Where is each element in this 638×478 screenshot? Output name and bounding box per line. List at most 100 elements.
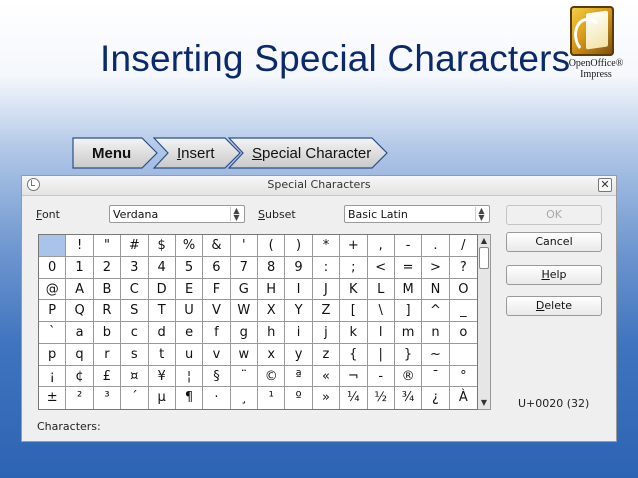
char-cell[interactable]: À: [450, 387, 477, 409]
char-cell[interactable]: ¿: [422, 387, 450, 409]
char-cell[interactable]: U: [175, 300, 204, 322]
char-cell[interactable]: ¹: [258, 387, 286, 409]
char-cell[interactable]: ¾: [395, 387, 423, 409]
char-cell[interactable]: Z: [312, 300, 341, 322]
char-cell[interactable]: V: [203, 300, 231, 322]
char-cell[interactable]: (: [258, 235, 286, 257]
char-cell[interactable]: h: [258, 322, 286, 344]
char-cell[interactable]: 6: [203, 256, 231, 279]
char-cell[interactable]: ¸: [231, 387, 258, 409]
char-cell[interactable]: 1: [66, 256, 94, 279]
char-cell[interactable]: d: [148, 322, 176, 344]
char-cell[interactable]: 0: [39, 256, 67, 279]
char-cell[interactable]: e: [175, 322, 204, 344]
char-cell[interactable]: j: [312, 322, 341, 344]
char-cell[interactable]: b: [93, 322, 122, 344]
char-cell[interactable]: g: [230, 322, 258, 344]
char-cell[interactable]: *: [312, 235, 341, 257]
scroll-thumb[interactable]: [479, 247, 489, 269]
subset-select[interactable]: Basic Latin ▲ ▼: [344, 205, 490, 223]
char-cell[interactable]: ½: [368, 387, 395, 409]
char-cell[interactable]: O: [449, 279, 477, 301]
char-cell[interactable]: E: [175, 278, 204, 301]
char-cell[interactable]: !: [66, 235, 94, 257]
char-cell[interactable]: ': [230, 235, 258, 257]
char-cell[interactable]: P: [39, 300, 67, 322]
cancel-button[interactable]: Cancel: [506, 232, 602, 252]
char-cell[interactable]: r: [93, 343, 122, 366]
char-cell[interactable]: &: [203, 235, 231, 257]
char-cell[interactable]: ,: [367, 235, 395, 257]
char-cell[interactable]: §: [203, 365, 231, 388]
char-cell[interactable]: ?: [449, 257, 477, 279]
char-cell[interactable]: k: [340, 322, 368, 344]
char-cell[interactable]: £: [93, 365, 122, 388]
char-cell[interactable]: `: [39, 322, 67, 344]
char-cell[interactable]: Q: [66, 300, 94, 322]
char-cell[interactable]: B: [93, 278, 122, 301]
char-cell[interactable]: /: [449, 235, 477, 257]
char-cell[interactable]: p: [39, 343, 67, 366]
char-cell[interactable]: $: [148, 235, 176, 257]
char-cell[interactable]: 4: [148, 256, 176, 279]
char-cell[interactable]: N: [422, 278, 450, 301]
char-cell[interactable]: T: [148, 300, 176, 322]
char-cell[interactable]: ;: [340, 256, 368, 279]
char-cell[interactable]: [39, 235, 67, 257]
char-cell[interactable]: \: [367, 300, 395, 322]
char-cell[interactable]: L: [367, 278, 395, 301]
char-cell[interactable]: Y: [285, 300, 313, 322]
char-cell[interactable]: µ: [149, 387, 176, 409]
char-cell[interactable]: -: [367, 365, 395, 388]
char-cell[interactable]: ¶: [176, 387, 204, 409]
char-cell[interactable]: D: [148, 278, 176, 301]
char-cell[interactable]: ª: [285, 365, 313, 388]
char-cell[interactable]: 5: [175, 256, 204, 279]
char-cell[interactable]: ·: [203, 387, 231, 409]
char-cell[interactable]: <: [367, 256, 395, 279]
char-cell[interactable]: C: [121, 278, 149, 301]
help-button[interactable]: Help: [506, 265, 602, 285]
char-cell[interactable]: R: [93, 300, 122, 322]
char-cell[interactable]: %: [175, 235, 204, 257]
char-cell[interactable]: ): [285, 235, 313, 257]
char-cell[interactable]: }: [394, 343, 423, 366]
character-grid[interactable]: ! " # $% & '() * +, -./0 1 2 3 4 5 6 7 8 9:; < = >? @ A B C D E F G H…: [38, 234, 478, 410]
char-cell[interactable]: x: [258, 343, 286, 366]
char-cell[interactable]: ^: [422, 300, 450, 322]
char-cell[interactable]: S: [121, 300, 149, 322]
char-cell[interactable]: =: [394, 256, 423, 279]
close-button[interactable]: ✕: [598, 178, 612, 192]
char-cell[interactable]: f: [203, 322, 231, 344]
char-cell[interactable]: ©: [258, 365, 286, 388]
char-cell[interactable]: @: [39, 278, 67, 301]
char-cell[interactable]: n: [422, 322, 450, 344]
char-cell[interactable]: u: [175, 343, 204, 366]
char-cell[interactable]: X: [258, 300, 286, 322]
grid-scrollbar[interactable]: ▲ ▼: [478, 234, 491, 410]
char-cell[interactable]: [: [340, 300, 368, 322]
font-select[interactable]: Verdana ▲ ▼: [109, 205, 245, 223]
char-cell[interactable]: v: [203, 343, 231, 366]
char-cell[interactable]: ´: [121, 387, 149, 409]
char-cell[interactable]: ]: [394, 300, 423, 322]
char-cell[interactable]: ¼: [340, 387, 368, 409]
char-cell[interactable]: I: [285, 278, 313, 301]
char-cell[interactable]: ~: [422, 343, 450, 366]
char-cell[interactable]: ": [93, 235, 122, 257]
char-cell[interactable]: F: [203, 278, 231, 301]
char-cell[interactable]: l: [367, 322, 395, 344]
char-cell[interactable]: 2: [93, 256, 122, 279]
char-cell[interactable]: o: [449, 322, 477, 344]
char-cell[interactable]: A: [66, 278, 94, 301]
char-cell[interactable]: »: [313, 387, 341, 409]
char-cell[interactable]: ¥: [148, 365, 176, 388]
char-cell[interactable]: q: [66, 343, 94, 366]
char-cell[interactable]: 9: [285, 256, 313, 279]
char-cell[interactable]: :: [312, 256, 341, 279]
char-cell[interactable]: 3: [121, 256, 149, 279]
char-cell[interactable]: ±: [39, 387, 67, 409]
char-cell[interactable]: >: [422, 256, 450, 279]
char-cell[interactable]: ¦: [175, 365, 204, 388]
char-cell[interactable]: a: [66, 322, 94, 344]
